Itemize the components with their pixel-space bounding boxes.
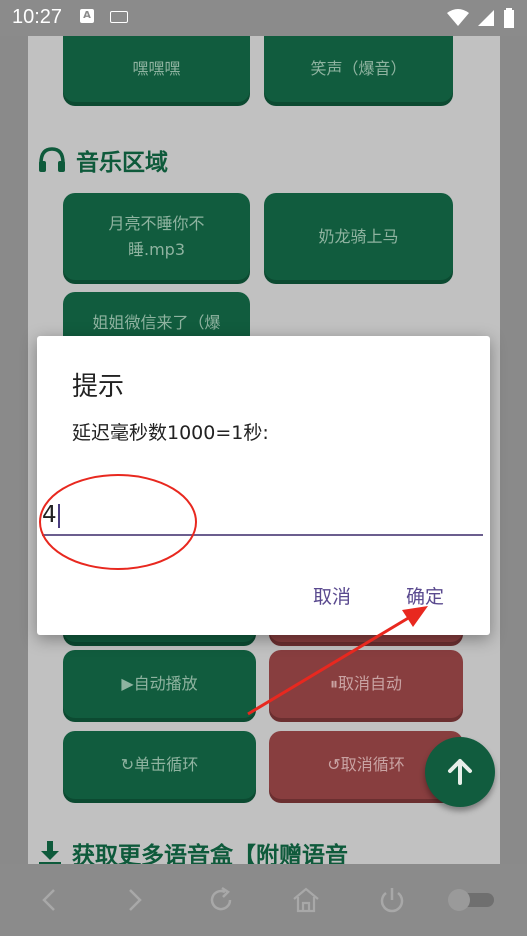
download-icon (39, 841, 61, 865)
music-section-header: 音乐区域 (38, 143, 168, 177)
text-caret (57, 503, 60, 528)
power-icon[interactable] (376, 884, 408, 916)
signal-icon (478, 10, 494, 26)
toggle-switch[interactable] (448, 889, 496, 911)
status-time: 10:27 (12, 6, 63, 28)
cancel-auto-button[interactable]: ⏸取消自动 (269, 650, 463, 718)
music-button-moon[interactable]: 月亮不睡你不睡.mp3 (63, 193, 250, 280)
delay-input[interactable]: 4 (42, 502, 483, 536)
arrow-up-icon (448, 759, 472, 785)
toggle-thumb (448, 889, 470, 911)
music-section-title: 音乐区域 (76, 150, 168, 176)
delay-input-value: 4 (42, 502, 57, 528)
bottom-nav-bar (0, 864, 527, 936)
status-icons (447, 8, 515, 28)
confirm-button[interactable]: 确定 (406, 582, 444, 609)
status-bar: 10:27 A (0, 0, 527, 36)
scroll-top-button[interactable] (425, 737, 495, 807)
dialog-message: 延迟毫秒数1000=1秒: (72, 422, 269, 444)
refresh-icon[interactable] (205, 884, 237, 916)
delay-dialog: 提示 延迟毫秒数1000=1秒: 4 取消 确定 (37, 336, 490, 635)
wifi-icon (447, 9, 469, 26)
music-button-nailong[interactable]: 奶龙骑上马 (264, 193, 453, 280)
sound-button-heiheihei[interactable]: 嘿嘿嘿 (63, 36, 250, 102)
left-margin (0, 36, 28, 864)
battery-icon (504, 8, 514, 28)
click-loop-button[interactable]: ↻单击循环 (63, 731, 256, 799)
forward-icon[interactable] (118, 884, 150, 916)
keyboard-icon (110, 11, 128, 23)
home-icon[interactable] (290, 884, 322, 916)
headphones-icon (39, 147, 65, 172)
back-icon[interactable] (34, 884, 66, 916)
a-notification-icon: A (80, 9, 94, 23)
sound-button-laugh[interactable]: 笑声（爆音） (264, 36, 453, 102)
cancel-button[interactable]: 取消 (313, 582, 351, 609)
auto-play-button[interactable]: ▶自动播放 (63, 650, 256, 718)
dialog-title: 提示 (72, 372, 125, 402)
